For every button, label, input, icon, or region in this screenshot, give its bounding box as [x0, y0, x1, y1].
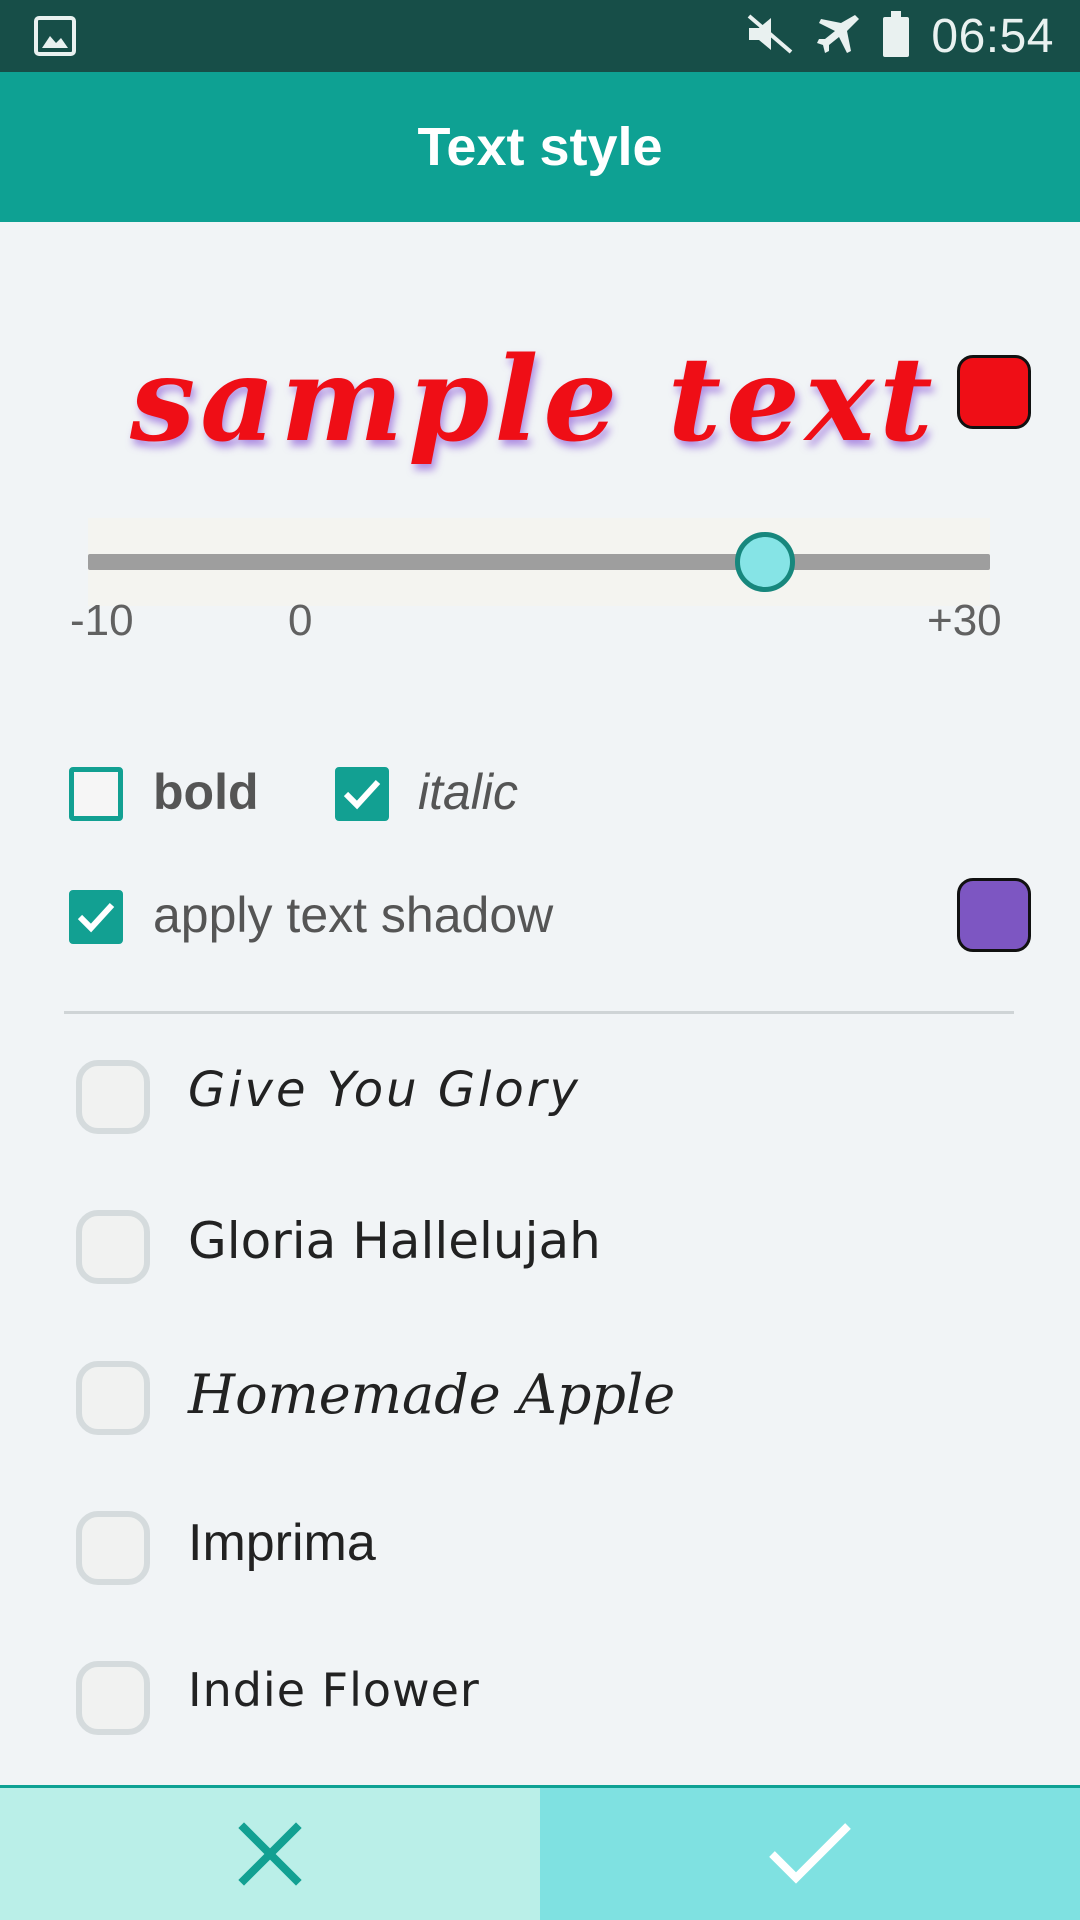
status-time: 06:54	[931, 9, 1054, 63]
font-name: Homemade Apple	[188, 1363, 676, 1426]
font-name: Indie Flower	[188, 1663, 480, 1717]
cancel-button[interactable]	[0, 1788, 540, 1920]
check-icon	[768, 1822, 852, 1890]
battery-icon	[881, 9, 911, 63]
airplane-mode-icon	[815, 11, 861, 61]
font-radio[interactable]	[76, 1210, 150, 1284]
slider-thumb[interactable]	[734, 532, 795, 592]
confirm-button[interactable]	[540, 1788, 1080, 1920]
action-bar	[0, 1785, 1080, 1920]
font-radio[interactable]	[76, 1060, 150, 1134]
font-name: Gloria Hallelujah	[188, 1212, 601, 1270]
font-radio[interactable]	[76, 1511, 150, 1585]
font-item-indie-flower[interactable]: Indie Flower	[76, 1641, 996, 1741]
slider-zero-label: 0	[288, 596, 313, 645]
mute-icon	[745, 12, 795, 60]
font-item-homemade-apple[interactable]: Homemade Apple	[76, 1341, 996, 1441]
sample-text: sample text	[130, 332, 938, 468]
divider	[64, 1011, 1014, 1014]
slider-track[interactable]	[88, 554, 990, 570]
image-icon	[34, 16, 76, 56]
font-radio[interactable]	[76, 1661, 150, 1735]
bold-label: bold	[153, 764, 259, 820]
text-color-button[interactable]	[957, 355, 1031, 429]
font-name: Give You Glory	[188, 1062, 581, 1118]
font-item-imprima[interactable]: Imprima	[76, 1491, 996, 1591]
font-item-gloria-hallelujah[interactable]: Gloria Hallelujah	[76, 1190, 996, 1290]
shadow-label: apply text shadow	[153, 887, 554, 943]
close-icon	[238, 1821, 302, 1890]
slider-min-label: -10	[70, 596, 134, 645]
status-bar: 06:54	[0, 0, 1080, 72]
font-name: Imprima	[188, 1514, 376, 1572]
page-title: Text style	[417, 117, 663, 177]
text-preview: sample text	[130, 320, 933, 480]
app-bar: Text style	[0, 72, 1080, 222]
shadow-checkbox[interactable]	[69, 890, 123, 944]
slider-max-label: +30	[927, 596, 1002, 645]
shadow-color-button[interactable]	[957, 878, 1031, 952]
font-item-give-you-glory[interactable]: Give You Glory	[76, 1040, 996, 1140]
italic-label: italic	[418, 764, 519, 820]
size-slider[interactable]	[88, 518, 990, 606]
italic-checkbox[interactable]	[335, 767, 389, 821]
bold-checkbox[interactable]	[69, 767, 123, 821]
font-radio[interactable]	[76, 1361, 150, 1435]
